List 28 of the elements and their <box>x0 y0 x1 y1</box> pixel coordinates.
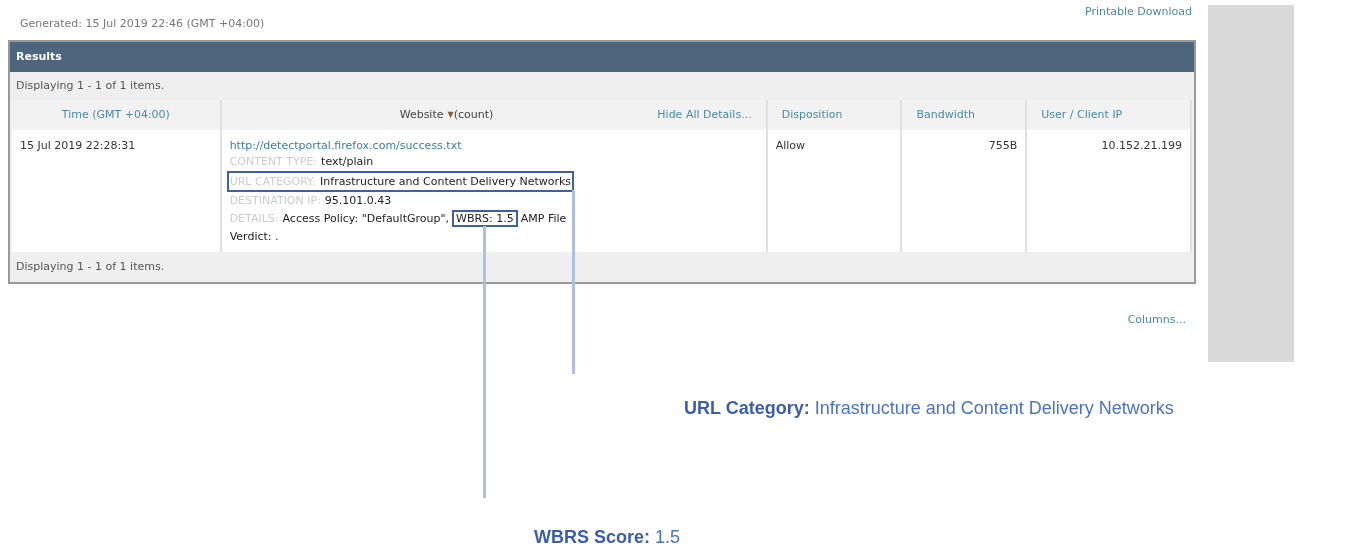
detail-value: text/plain <box>321 155 374 168</box>
status-text: Displaying 1 - 1 of 1 items. <box>15 77 166 94</box>
callout-text: URL Category: Infrastructure and Content Delivery Networks <box>684 397 1174 420</box>
column-label: Website <box>399 106 444 123</box>
table-cell: 755B <box>988 139 1018 152</box>
panel-title: Results <box>10 42 1194 72</box>
column-header-link[interactable]: Bandwidth <box>916 106 975 124</box>
status-text: Displaying 1 - 1 of 1 items. <box>15 258 166 275</box>
detail-value: 95.101.0.43 <box>324 194 392 207</box>
sort-icon[interactable]: ▼ <box>447 109 454 121</box>
column-header-link[interactable]: User / Client IP <box>1041 106 1123 124</box>
columns-link[interactable]: Columns... <box>1127 312 1186 329</box>
column-header-link[interactable]: Time (GMT +04:00) <box>61 106 170 124</box>
column-header-link[interactable]: Disposition <box>781 106 843 124</box>
printable-download-link[interactable]: Printable Download <box>1084 4 1196 21</box>
detail-value: Infrastructure and Content Delivery Networks <box>320 175 572 188</box>
callout-text: WBRS Score: 1.5 <box>534 526 681 549</box>
detail-value: Verdict: . <box>229 229 279 245</box>
table-cell: Allow <box>775 139 806 152</box>
table-cell: 15 Jul 2019 22:28:31 <box>20 139 136 152</box>
url-link[interactable]: http://detectportal.firefox.com/success.txt <box>229 138 758 153</box>
highlight-frame: WBRS: 1.5 <box>452 210 518 227</box>
hide-details-link[interactable]: Hide All Details... <box>657 106 752 124</box>
generated-text: Generated: 15 Jul 2019 22:46 (GMT +04:00) <box>19 16 265 32</box>
column-label: (count) <box>453 106 494 123</box>
detail-value: AMP File <box>520 212 567 225</box>
table-cell: 10.152.21.199 <box>1101 139 1182 152</box>
detail-value: Access Policy: "DefaultGroup", <box>282 212 449 225</box>
